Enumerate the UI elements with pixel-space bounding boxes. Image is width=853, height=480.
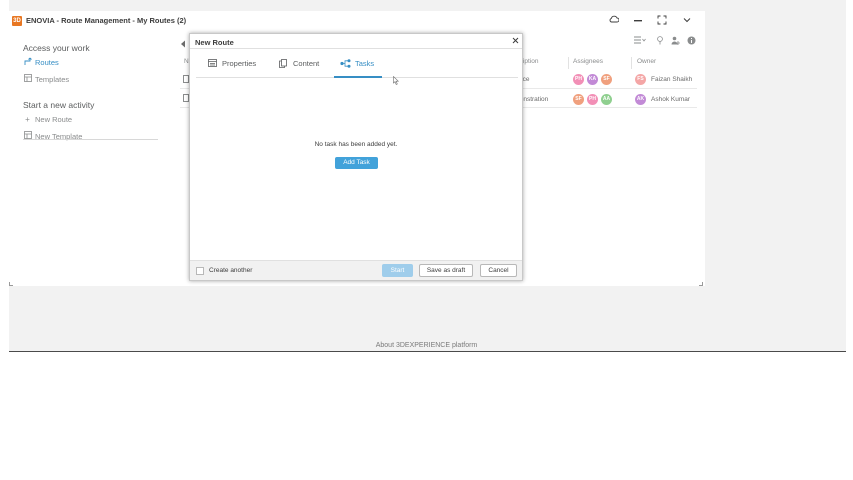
create-another-label: Create another [209, 267, 253, 274]
sidebar-item-label: New Route [35, 115, 73, 124]
close-icon[interactable] [512, 36, 519, 46]
add-task-button[interactable]: Add Task [335, 157, 378, 169]
fullscreen-icon[interactable] [656, 15, 668, 27]
content-icon [278, 59, 288, 70]
avatar[interactable]: PH [587, 94, 598, 105]
info-icon[interactable] [687, 36, 696, 47]
properties-icon [207, 59, 217, 69]
avatar[interactable]: SF [573, 94, 584, 105]
chevron-down-icon[interactable] [681, 15, 693, 27]
dialog-header-divider [190, 48, 522, 49]
resize-handle[interactable] [9, 282, 13, 286]
start-new-activity-title: Start a new activity [23, 100, 95, 110]
minimize-icon[interactable] [632, 15, 644, 27]
save-as-draft-button[interactable]: Save as draft [419, 264, 473, 277]
cancel-button[interactable]: Cancel [480, 264, 517, 277]
dialog-footer: Create another Start Save as draft Cance… [190, 260, 522, 280]
avatar[interactable]: AA [601, 94, 612, 105]
tab-label: Properties [222, 59, 257, 68]
tab-tasks[interactable]: Tasks [340, 59, 374, 77]
about-platform-link[interactable]: About 3DEXPERIENCE platform [0, 342, 853, 349]
start-button[interactable]: Start [382, 264, 413, 277]
column-separator [568, 57, 569, 69]
column-header-owner[interactable]: Owner [637, 58, 656, 69]
column-separator [631, 57, 632, 69]
cloud-icon[interactable] [608, 15, 620, 27]
owner-avatar[interactable]: AK [635, 94, 646, 105]
app-title: ENOVIA - Route Management - My Routes (2… [26, 16, 187, 25]
sidebar-item-routes[interactable]: Routes [23, 57, 59, 68]
new-route-dialog: New Route Properties Content Tasks No ta… [189, 33, 523, 281]
empty-tasks-message: No task has been added yet. [314, 141, 398, 148]
avatar[interactable]: KA [587, 74, 598, 85]
owner-avatar[interactable]: FS [635, 74, 646, 85]
sidebar-divider [23, 139, 158, 140]
access-your-work-title: Access your work [23, 43, 90, 53]
mouse-cursor-icon [393, 75, 400, 87]
template-icon [23, 74, 32, 84]
tab-content[interactable]: Content [278, 59, 319, 77]
tab-label: Content [293, 59, 320, 68]
tag-icon[interactable] [656, 36, 664, 47]
create-another-checkbox[interactable] [196, 267, 204, 275]
avatar[interactable]: SF [601, 74, 612, 85]
avatar[interactable]: PH [573, 74, 584, 85]
row-owner: Ashok Kumar [651, 96, 691, 103]
platform-divider [9, 351, 846, 352]
collapse-panel-icon[interactable] [180, 40, 186, 48]
tab-properties[interactable]: Properties [207, 59, 256, 77]
row-owner: Faizan Shaikh [651, 76, 693, 83]
route-icon [23, 57, 32, 68]
sidebar-item-templates[interactable]: Templates [23, 74, 69, 84]
sidebar-item-new-route[interactable]: + New Route [23, 115, 72, 124]
active-tab-indicator [334, 76, 382, 78]
app-logo: 3D [12, 16, 22, 26]
sidebar-item-label: Routes [35, 58, 59, 67]
resize-handle[interactable] [699, 282, 703, 286]
view-list-icon[interactable] [634, 36, 646, 46]
sidebar-item-label: Templates [35, 74, 70, 84]
dialog-title: New Route [195, 38, 234, 47]
user-settings-icon[interactable] [671, 36, 680, 47]
plus-icon: + [25, 115, 30, 124]
column-header-assignees[interactable]: Assignees [573, 58, 603, 69]
tasks-icon [340, 59, 351, 70]
tab-label: Tasks [355, 59, 375, 68]
